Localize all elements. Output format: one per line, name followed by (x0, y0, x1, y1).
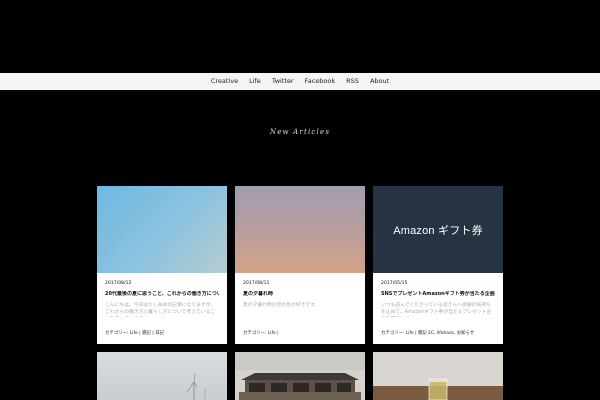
meta-label: カテゴリー: (243, 331, 267, 336)
article-date: 2017/08/11 (243, 281, 270, 286)
article-thumbnail[interactable]: Amazon ギフト券 (373, 186, 503, 273)
article-meta: カテゴリー: Life | 雑記 | 日記 (105, 330, 164, 336)
photo-windmill[interactable] (97, 352, 227, 400)
article-date: 2017/08/12 (105, 281, 132, 286)
article-card[interactable]: 2017/08/11 夏の夕暮れ時 夏の夕暮れ時の空の色が好きです。 カテゴリー… (235, 186, 365, 344)
meta-label: カテゴリー: (105, 331, 129, 336)
nav-item-life[interactable]: Life (249, 78, 261, 85)
windmill-photo-image (97, 352, 227, 400)
nav-item-facebook[interactable]: Facebook (305, 78, 336, 85)
article-excerpt: いつも読んでくださっている皆さんへ感謝の気持ちを込めて、Amazonギフト券が当… (381, 302, 492, 316)
category-links[interactable]: Life | 雑記 | 日記 (130, 331, 164, 336)
article-excerpt: こんにちは。今日は少し長めの記事になりますが、これからの働き方と暮らし方について… (105, 302, 216, 316)
meta-label: カテゴリー: (381, 331, 405, 336)
article-date: 2017/05/15 (381, 281, 408, 286)
tea-photo-image (373, 352, 503, 400)
category-links[interactable]: Life | 雑記 EC, lifehack, お知らせ (406, 331, 474, 336)
article-title[interactable]: SNSでプレゼントAmazonギフト券が当たる企画 (381, 291, 495, 297)
article-excerpt: 夏の夕暮れ時の空の色が好きです。 (243, 302, 320, 308)
nav-item-rss[interactable]: RSS (346, 78, 359, 85)
thumbnail-text: Amazon ギフト券 (393, 224, 483, 237)
article-thumbnail[interactable] (235, 186, 365, 273)
article-title[interactable]: 夏の夕暮れ時 (243, 291, 357, 297)
category-links[interactable]: Life | (268, 331, 279, 336)
nav-item-about[interactable]: About (370, 78, 389, 85)
global-nav: Creative Life Twitter Facebook RSS About (0, 73, 600, 90)
article-thumbnail[interactable] (97, 186, 227, 273)
photo-house[interactable] (235, 352, 365, 400)
nav-item-creative[interactable]: Creative (211, 78, 238, 85)
house-photo-image (235, 352, 365, 400)
photo-tea[interactable] (373, 352, 503, 400)
article-card[interactable]: 2017/08/12 20代最後の夏に思うこと、これからの働き方について こんに… (97, 186, 227, 344)
section-title: New Articles (269, 128, 331, 136)
article-meta: カテゴリー: Life | 雑記 EC, lifehack, お知らせ (381, 330, 474, 336)
nav-item-twitter[interactable]: Twitter (272, 78, 294, 85)
article-meta: カテゴリー: Life | (243, 330, 279, 336)
article-card[interactable]: Amazon ギフト券 2017/05/15 SNSでプレゼントAmazonギフ… (373, 186, 503, 344)
article-title[interactable]: 20代最後の夏に思うこと、これからの働き方について (105, 291, 219, 297)
